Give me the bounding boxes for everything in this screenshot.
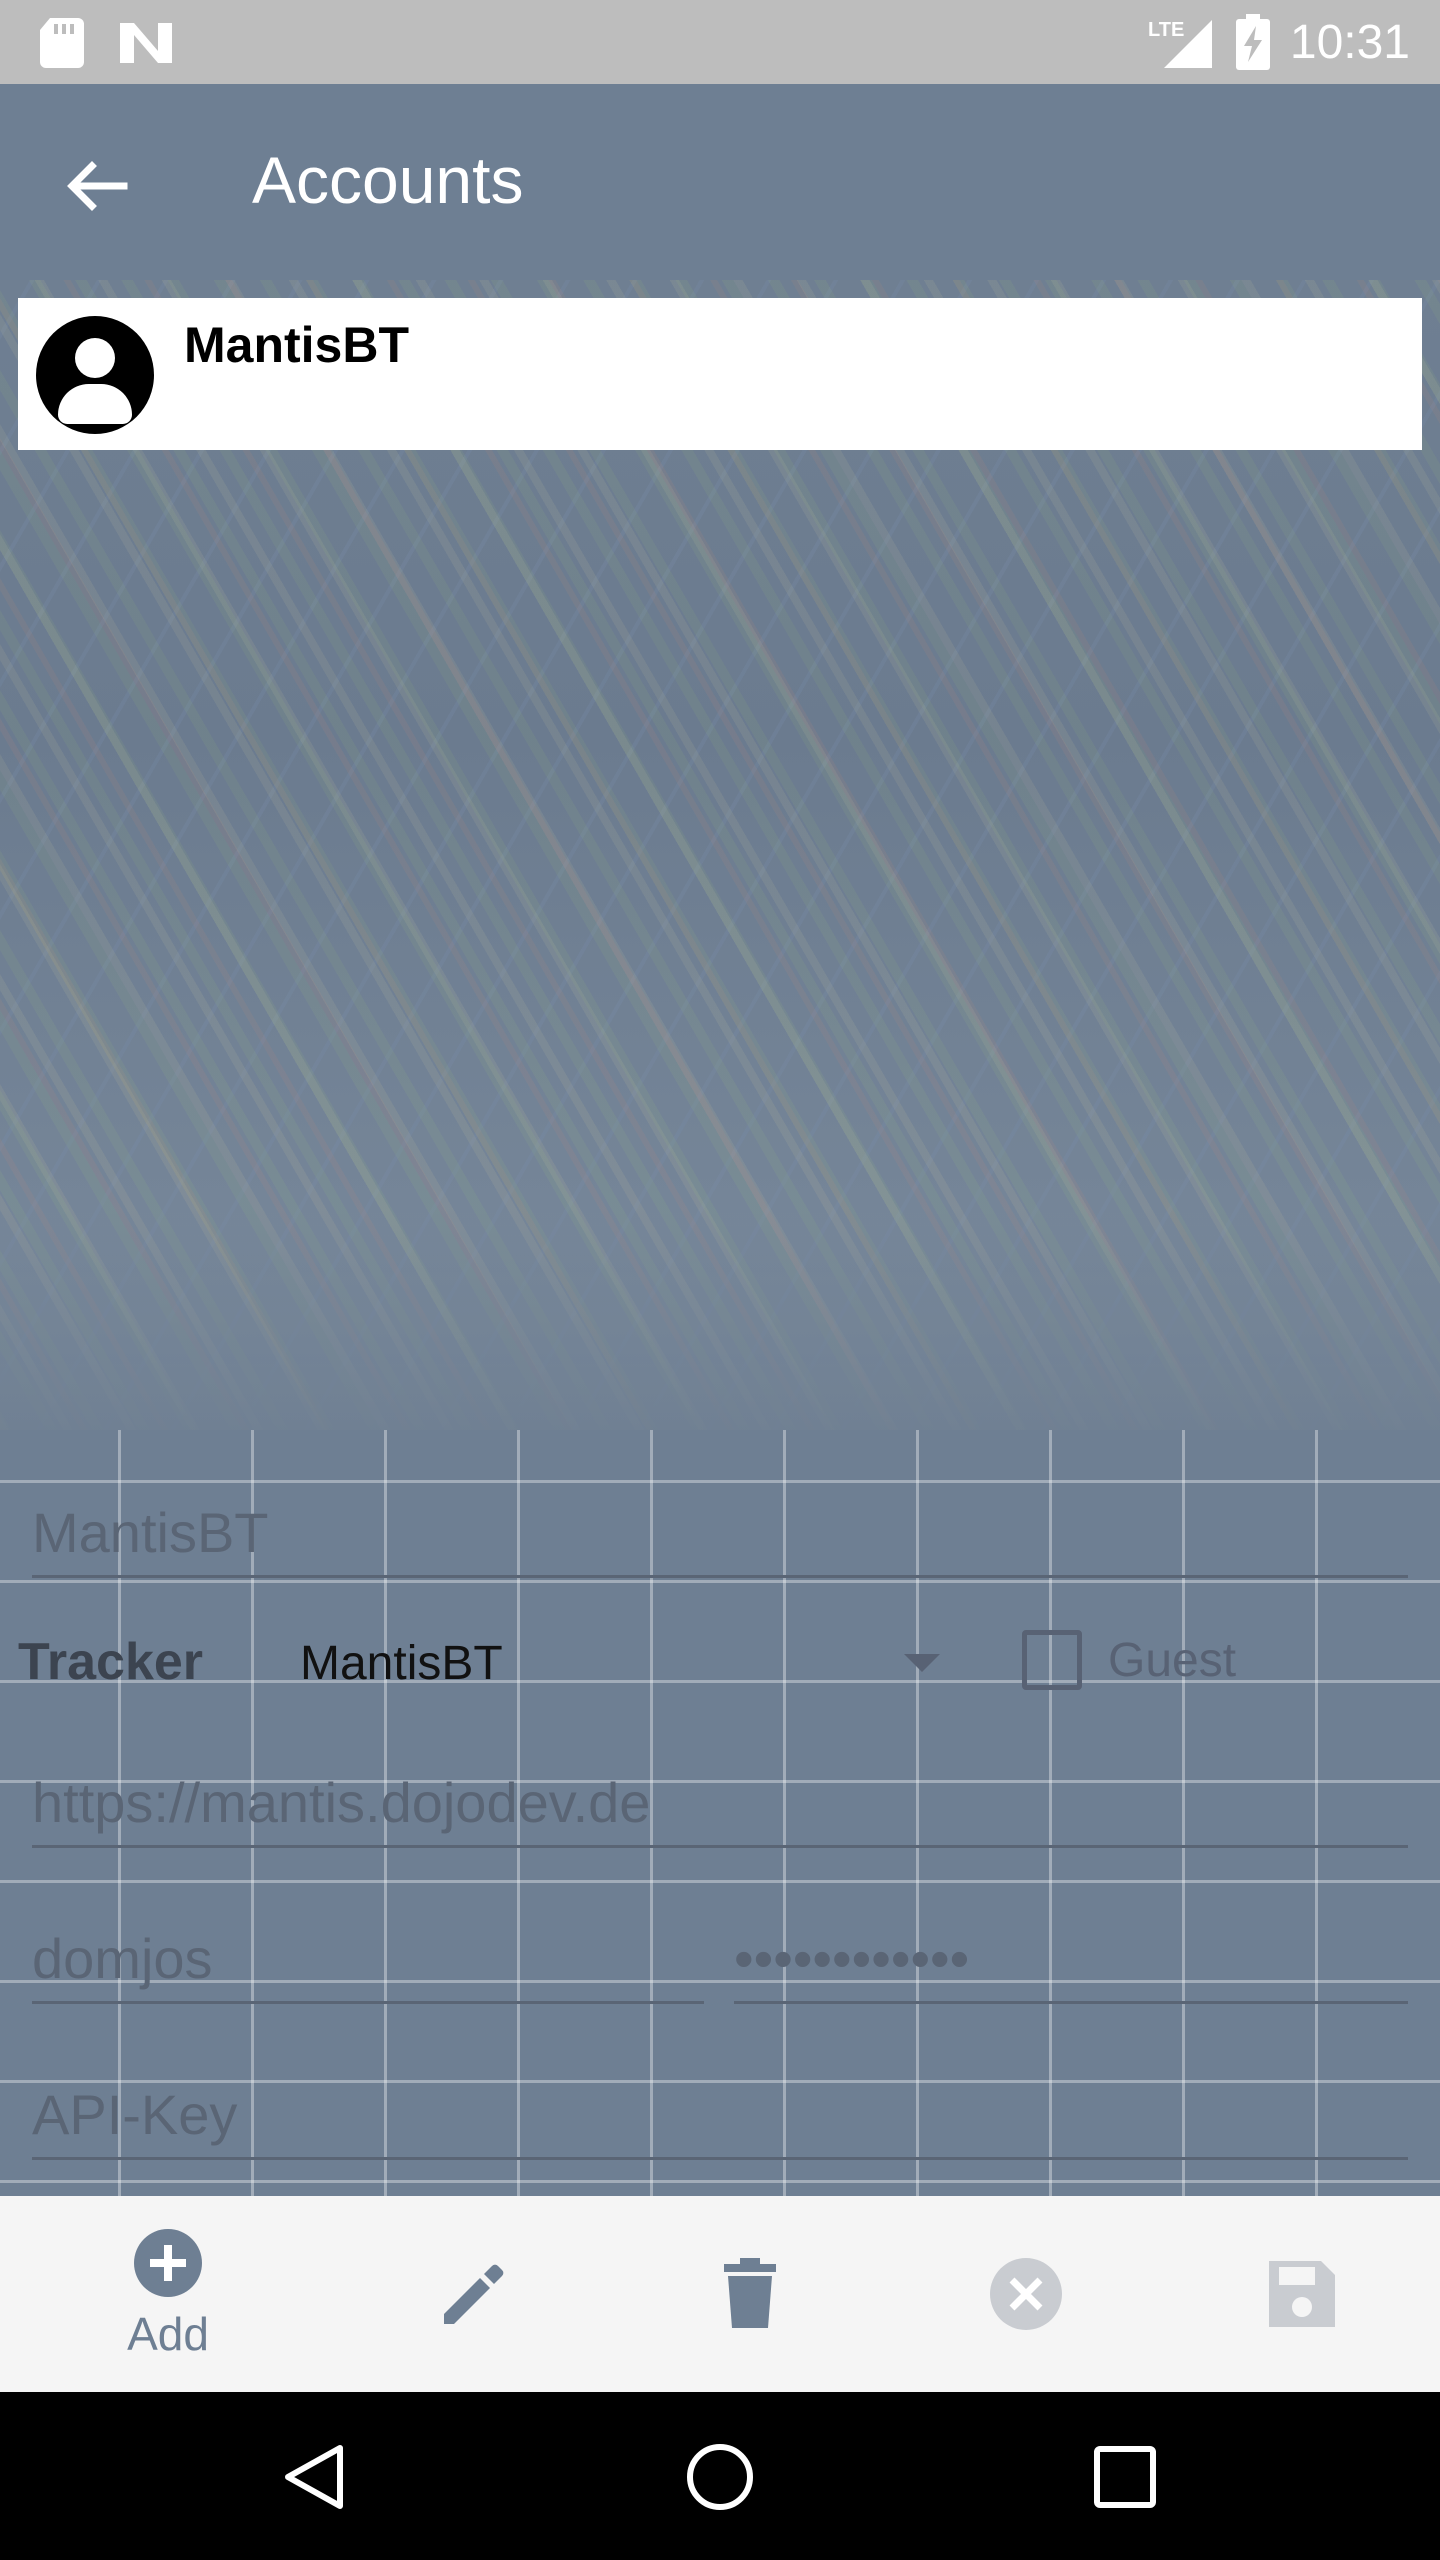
cancel-button[interactable]: [926, 2196, 1126, 2392]
edit-pencil-icon: [444, 2264, 504, 2324]
nav-recents-button[interactable]: [1080, 2432, 1170, 2522]
username-input[interactable]: [32, 1916, 704, 2001]
dropdown-arrow-icon: [904, 1654, 940, 1672]
url-field[interactable]: [32, 1760, 1408, 1848]
nav-recents-icon: [1094, 2446, 1156, 2508]
nav-back-icon: [285, 2445, 343, 2509]
save-floppy-icon: [1269, 2261, 1335, 2327]
account-name-input[interactable]: [32, 1490, 1408, 1575]
tracker-selected-value: MantisBT: [300, 1636, 503, 1690]
url-input[interactable]: [32, 1760, 1408, 1845]
delete-trash-icon: [724, 2258, 776, 2328]
system-nav-bar: [0, 2392, 1440, 2560]
lte-signal-icon: LTE: [1148, 19, 1212, 68]
status-bar: LTE 10:31: [0, 0, 1440, 84]
edit-button[interactable]: [374, 2196, 574, 2392]
back-button[interactable]: [56, 146, 136, 226]
network-type: LTE: [1148, 19, 1184, 41]
account-name-field[interactable]: [32, 1490, 1408, 1578]
page-title: Accounts: [252, 143, 524, 217]
cancel-icon: [990, 2258, 1062, 2330]
save-button[interactable]: [1202, 2196, 1402, 2392]
account-name: MantisBT: [184, 317, 409, 373]
n-icon: [120, 23, 172, 63]
account-form: Tracker MantisBT Guest: [0, 1430, 1440, 2196]
bottom-action-bar: Add: [0, 2196, 1440, 2392]
username-field[interactable]: [32, 1916, 704, 2004]
battery-charging-icon: [1235, 14, 1270, 70]
nav-home-button[interactable]: [675, 2432, 765, 2522]
add-label: Add: [127, 2308, 209, 2360]
nav-back-button[interactable]: [270, 2432, 360, 2522]
account-list-item[interactable]: MantisBT: [18, 298, 1422, 450]
status-time: 10:31: [1289, 15, 1410, 69]
nav-home-icon: [687, 2444, 753, 2510]
account-circle-icon: [36, 316, 154, 434]
add-circle-icon: [134, 2229, 202, 2297]
app-bar: Accounts: [0, 84, 1440, 280]
delete-button[interactable]: [650, 2196, 850, 2392]
password-input[interactable]: [734, 1916, 1408, 2001]
guest-checkbox[interactable]: [1022, 1630, 1082, 1690]
background-fade: [0, 1210, 1440, 1430]
tracker-label: Tracker: [18, 1633, 204, 1691]
guest-label: Guest: [1108, 1633, 1237, 1687]
password-field[interactable]: [734, 1916, 1408, 2004]
sd-card-icon: [40, 18, 84, 68]
guest-toggle[interactable]: Guest: [1022, 1630, 1236, 1690]
api-key-input[interactable]: [32, 2072, 1408, 2157]
api-key-field[interactable]: [32, 2072, 1408, 2160]
tracker-dropdown[interactable]: MantisBT: [300, 1628, 950, 1698]
screen: LTE 10:31 Accounts MantisBT MantisBT Tra…: [0, 0, 1440, 2560]
add-button[interactable]: Add: [68, 2196, 268, 2392]
background-image: [0, 280, 1440, 1430]
arrow-back-icon: [67, 161, 128, 211]
